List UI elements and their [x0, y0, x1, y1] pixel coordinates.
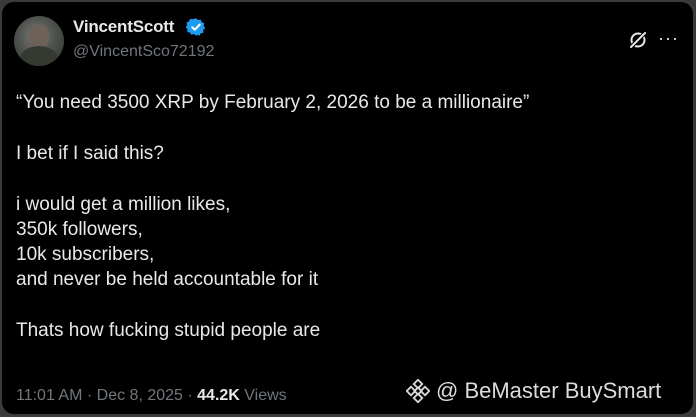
tweet-time[interactable]: 11:01 AM [16, 387, 82, 404]
separator: · [82, 387, 97, 404]
avatar-body [20, 46, 58, 66]
tweet-line: and never be held accountable for it [16, 269, 319, 290]
watermark: @ BeMaster BuySmart [406, 378, 661, 404]
tweet-card: VincentScott @VincentSco72192 ··· “You n… [2, 2, 693, 414]
separator: · [182, 387, 198, 404]
tweet-line: 10k subscribers, [16, 244, 155, 265]
tweet-date[interactable]: Dec 8, 2025 [97, 387, 183, 404]
avatar-head [29, 24, 49, 48]
author-display-name[interactable]: VincentScott [73, 17, 174, 37]
tweet-line: I bet if I said this? [16, 143, 164, 164]
more-icon[interactable]: ··· [658, 28, 682, 48]
tweet-line: Thats how fucking stupid people are [16, 320, 321, 341]
tweet-line: 350k followers, [16, 219, 143, 240]
tweet-line: “You need 3500 XRP by February 2, 2026 t… [16, 92, 530, 113]
verified-badge-icon [186, 18, 206, 36]
views-label: Views [239, 387, 287, 404]
author-handle[interactable]: @VincentSco72192 [73, 43, 214, 61]
avatar[interactable] [14, 16, 64, 66]
grok-icon[interactable] [628, 30, 648, 50]
views-count: 44.2K [197, 387, 240, 404]
tweet-text: “You need 3500 XRP by February 2, 2026 t… [16, 90, 676, 343]
watermark-text: @ BeMaster BuySmart [436, 378, 662, 403]
binance-logo-icon [406, 379, 430, 403]
tweet-line: i would get a million likes, [16, 194, 231, 215]
tweet-metadata: 11:01 AM · Dec 8, 2025 · 44.2K Views [16, 387, 287, 405]
